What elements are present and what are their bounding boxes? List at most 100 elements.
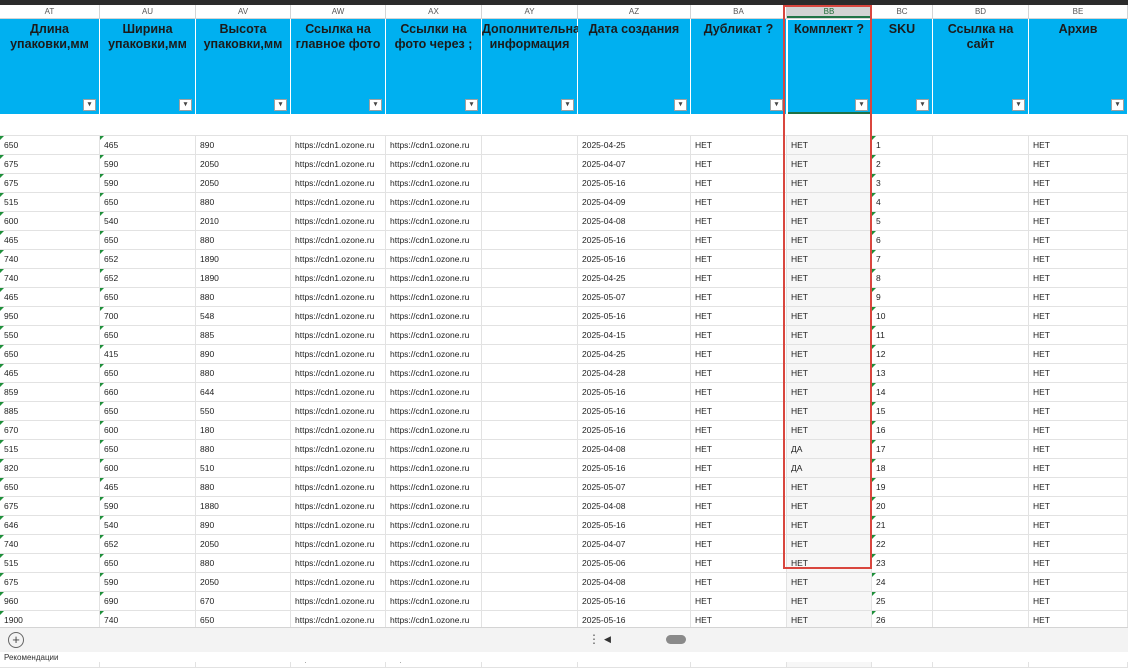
cell-bb[interactable]: НЕТ (787, 155, 872, 173)
cell-bd[interactable] (933, 231, 1029, 249)
cell-bb[interactable]: НЕТ (787, 250, 872, 268)
cell-ay[interactable] (482, 402, 578, 420)
cell-az[interactable]: 2025-04-07 (578, 155, 691, 173)
cell-av[interactable]: 550 (196, 402, 291, 420)
cell-au[interactable]: 590 (100, 497, 196, 515)
cell-be[interactable]: НЕТ (1029, 326, 1128, 344)
cell-bd[interactable] (933, 364, 1029, 382)
cell-bc[interactable]: 14 (872, 383, 933, 401)
cell-av[interactable]: 880 (196, 554, 291, 572)
cell-au[interactable]: 590 (100, 573, 196, 591)
cell-bb[interactable]: НЕТ (787, 421, 872, 439)
cell-ay[interactable] (482, 136, 578, 154)
cell-bb[interactable]: НЕТ (787, 345, 872, 363)
cell-be[interactable]: НЕТ (1029, 155, 1128, 173)
cell-bc[interactable]: 1 (872, 136, 933, 154)
cell-ax[interactable]: https://cdn1.ozone.ru (386, 516, 482, 534)
cell-aw[interactable]: https://cdn1.ozone.ru (291, 459, 386, 477)
cell-az[interactable]: 2025-05-07 (578, 288, 691, 306)
column-header-ax[interactable]: Ссылки на фото через ; ▾ (386, 19, 482, 114)
cell-bd[interactable] (933, 573, 1029, 591)
cell-ay[interactable] (482, 174, 578, 192)
cell-az[interactable]: 2025-05-16 (578, 592, 691, 610)
cell-aw[interactable]: https://cdn1.ozone.ru (291, 212, 386, 230)
cell-bb[interactable]: НЕТ (787, 592, 872, 610)
cell-bb[interactable]: НЕТ (787, 269, 872, 287)
column-letter-bd[interactable]: BD (933, 5, 1029, 18)
cell-bd[interactable] (933, 326, 1029, 344)
cell-au[interactable]: 465 (100, 136, 196, 154)
cell-ay[interactable] (482, 231, 578, 249)
cell-av[interactable]: 2050 (196, 573, 291, 591)
cell-bd[interactable] (933, 516, 1029, 534)
column-header-ba[interactable]: Дубликат ? ▾ (691, 19, 787, 114)
cell-au[interactable]: 650 (100, 364, 196, 382)
cell-bb[interactable]: НЕТ (787, 383, 872, 401)
cell-ay[interactable] (482, 307, 578, 325)
cell-be[interactable]: НЕТ (1029, 250, 1128, 268)
cell-av[interactable]: 2050 (196, 155, 291, 173)
cell-bc[interactable]: 5 (872, 212, 933, 230)
cell-bd[interactable] (933, 212, 1029, 230)
cell-bc[interactable]: 20 (872, 497, 933, 515)
cell-bc[interactable]: 8 (872, 269, 933, 287)
cell-ay[interactable] (482, 459, 578, 477)
cell-bb[interactable]: НЕТ (787, 573, 872, 591)
filter-dropdown-icon[interactable]: ▾ (369, 99, 382, 111)
horizontal-scrollbar-thumb[interactable] (666, 635, 686, 644)
cell-az[interactable]: 2025-04-07 (578, 535, 691, 553)
cell-bd[interactable] (933, 155, 1029, 173)
cell-bc[interactable]: 19 (872, 478, 933, 496)
cell-be[interactable]: НЕТ (1029, 136, 1128, 154)
filter-dropdown-icon[interactable]: ▾ (1012, 99, 1025, 111)
cell-ba[interactable]: НЕТ (691, 573, 787, 591)
cell-aw[interactable]: https://cdn1.ozone.ru (291, 136, 386, 154)
column-header-au[interactable]: Ширина упаковки,мм ▾ (100, 19, 196, 114)
cell-be[interactable]: НЕТ (1029, 573, 1128, 591)
cell-bc[interactable]: 23 (872, 554, 933, 572)
cell-au[interactable]: 650 (100, 193, 196, 211)
cell-az[interactable]: 2025-05-16 (578, 174, 691, 192)
cell-av[interactable]: 1880 (196, 497, 291, 515)
cell-at[interactable]: 740 (0, 535, 100, 553)
cell-aw[interactable]: https://cdn1.ozone.ru (291, 402, 386, 420)
cell-az[interactable]: 2025-04-25 (578, 269, 691, 287)
column-letter-au[interactable]: AU (100, 5, 196, 18)
cell-ay[interactable] (482, 592, 578, 610)
cell-bb[interactable]: НЕТ (787, 554, 872, 572)
cell-be[interactable]: НЕТ (1029, 497, 1128, 515)
cell-ax[interactable]: https://cdn1.ozone.ru (386, 402, 482, 420)
cell-aw[interactable]: https://cdn1.ozone.ru (291, 364, 386, 382)
cell-ax[interactable]: https://cdn1.ozone.ru (386, 383, 482, 401)
cell-bc[interactable]: 2 (872, 155, 933, 173)
cell-bb[interactable]: НЕТ (787, 402, 872, 420)
cell-az[interactable]: 2025-04-25 (578, 136, 691, 154)
column-letter-az[interactable]: AZ (578, 5, 691, 18)
cell-bc[interactable]: 25 (872, 592, 933, 610)
cell-bc[interactable]: 24 (872, 573, 933, 591)
cell-au[interactable]: 690 (100, 592, 196, 610)
column-letter-at[interactable]: AT (0, 5, 100, 18)
cell-be[interactable]: НЕТ (1029, 364, 1128, 382)
cell-at[interactable]: 859 (0, 383, 100, 401)
cell-ba[interactable]: НЕТ (691, 592, 787, 610)
cell-au[interactable]: 652 (100, 250, 196, 268)
cell-bb[interactable]: НЕТ (787, 136, 872, 154)
filter-dropdown-icon[interactable]: ▾ (83, 99, 96, 111)
cell-ba[interactable]: НЕТ (691, 326, 787, 344)
cell-au[interactable]: 650 (100, 288, 196, 306)
cell-at[interactable]: 650 (0, 136, 100, 154)
cell-at[interactable]: 465 (0, 364, 100, 382)
cell-ay[interactable] (482, 497, 578, 515)
cell-au[interactable]: 650 (100, 554, 196, 572)
cell-bd[interactable] (933, 307, 1029, 325)
cell-at[interactable]: 650 (0, 478, 100, 496)
cell-ay[interactable] (482, 421, 578, 439)
cell-bc[interactable]: 13 (872, 364, 933, 382)
cell-au[interactable]: 540 (100, 212, 196, 230)
cell-au[interactable]: 650 (100, 440, 196, 458)
column-header-ay[interactable]: Дополнительная информация ▾ (482, 19, 587, 114)
cell-ba[interactable]: НЕТ (691, 516, 787, 534)
column-letter-aw[interactable]: AW (291, 5, 386, 18)
cell-az[interactable]: 2025-05-16 (578, 383, 691, 401)
